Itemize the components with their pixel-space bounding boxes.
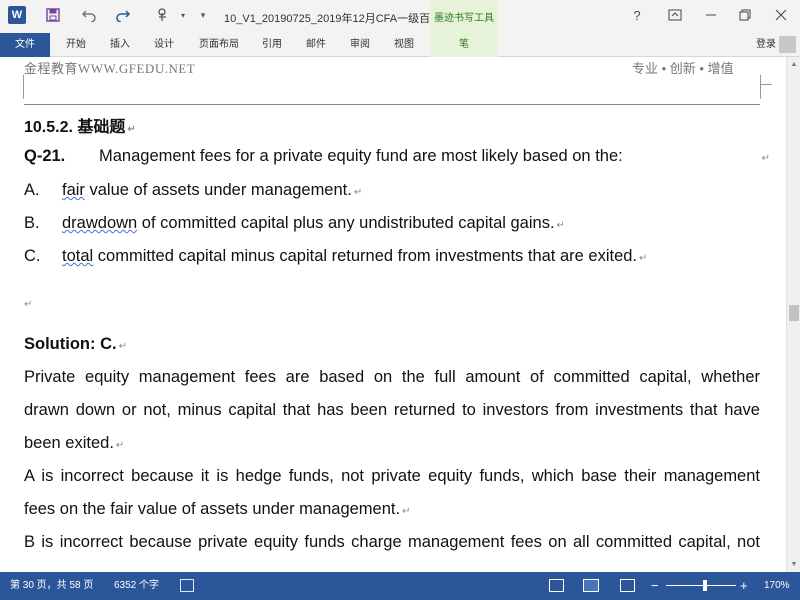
solution-heading: Solution: C. ↵ [24,335,127,354]
solution-line: B is incorrect because private equity fu… [24,533,760,551]
option-a: A. fair value of assets under management.… [24,181,362,200]
title-bar: W ▾ ▾ 10_V1_20190725_2019年12月CFA一级百题... … [0,0,800,33]
page-header-left: 金程教育WWW.GFEDU.NET [24,61,196,76]
margin-corner-right-vertical [760,85,761,99]
solution-line-end: fees on the fair value of assets under m… [24,500,410,519]
paragraph-mark: ↵ [118,341,127,352]
vertical-scrollbar[interactable]: ▲ ▼ [786,57,800,572]
scrollbar-thumb[interactable] [789,305,799,321]
question-text: Management fees for a private equity fun… [99,147,623,165]
paragraph-mark: ↵ [761,153,770,164]
avatar[interactable] [779,36,796,53]
paragraph-mark: ↵ [115,440,125,451]
scroll-up-arrow-icon[interactable]: ▲ [787,57,800,71]
solution-line: A is incorrect because it is hedge funds… [24,467,760,485]
option-text: of committed capital plus any undistribu… [137,214,555,232]
tab-references[interactable]: 引用 [254,33,290,57]
solution-line: fees on the fair value of assets under m… [24,500,401,518]
tab-design[interactable]: 设计 [146,33,182,57]
restore-button[interactable] [728,0,762,30]
tab-pen[interactable]: 笔 [430,33,498,57]
solution-line-end: been exited. ↵ [24,434,124,453]
paragraph-mark: ↵ [639,253,648,264]
word-count[interactable]: 6352 个字 [114,572,159,600]
section-title: 基础题 [77,117,126,136]
scroll-down-arrow-icon[interactable]: ▼ [787,557,800,571]
option-label: C. [24,247,41,265]
status-bar: 第 30 页，共 58 页 6352 个字 − + 170% [0,572,800,600]
paragraph-mark: ↵ [24,299,33,310]
option-text: committed capital minus capital returned… [93,247,638,265]
proofing-book-icon[interactable] [180,579,194,592]
paragraph-mark: ↵ [353,187,363,198]
question-line: Q-21. Management fees for a private equit… [24,147,770,166]
paragraph-mark: ↵ [127,124,136,135]
zoom-slider-thumb[interactable] [702,580,707,591]
touch-mode-icon[interactable] [152,4,174,26]
zoom-level[interactable]: 170% [764,572,790,600]
word-app-icon[interactable]: W [8,6,26,24]
solution-line: Private equity management fees are based… [24,368,760,386]
document-canvas[interactable]: 金程教育WWW.GFEDU.NET 专业 • 创新 • 增值 10.5.2. 基… [0,57,786,572]
read-mode-icon[interactable] [549,579,564,592]
spellcheck-flagged-word[interactable]: fair [62,181,85,199]
print-layout-icon[interactable] [583,579,599,592]
solution-title: Solution: C. [24,335,117,353]
paragraph-mark: ↵ [402,506,411,517]
tab-file[interactable]: 文件 [0,33,50,57]
tab-layout[interactable]: 页面布局 [192,33,246,57]
zoom-in-button[interactable]: + [740,572,748,600]
close-button[interactable] [764,0,798,30]
paragraph-mark: ↵ [556,220,565,231]
tab-insert[interactable]: 插入 [102,33,138,57]
touch-mode-dropdown-icon[interactable]: ▾ [172,4,194,26]
undo-icon[interactable] [78,4,100,26]
customize-toolbar-icon[interactable]: ▾ [192,4,214,26]
ribbon-display-options-button[interactable] [658,0,692,30]
sign-in-link[interactable]: 登录 [756,33,776,57]
margin-corner-right [760,75,772,85]
option-c: C. total committed capital minus capital … [24,247,647,266]
question-number: Q-21. [24,147,66,165]
solution-line: been exited. [24,434,114,452]
option-label: A. [24,181,40,199]
section-heading: 10.5.2. 基础题 ↵ [24,113,136,137]
tab-home[interactable]: 开始 [58,33,94,57]
margin-corner-left [10,75,24,99]
option-label: B. [24,214,40,232]
tab-review[interactable]: 审阅 [342,33,378,57]
document-title: 10_V1_20190725_2019年12月CFA一级百题... [224,13,451,25]
web-layout-icon[interactable] [620,579,635,592]
solution-line: drawn down or not, minus capital that ha… [24,401,760,419]
tab-view[interactable]: 视图 [386,33,422,57]
ink-tools-group-label: 墨迹书写工具 [430,0,498,33]
save-icon[interactable] [42,4,64,26]
help-button[interactable]: ? [620,0,654,30]
empty-paragraph: ↵ [24,293,32,312]
spellcheck-flagged-word[interactable]: drawdown [62,214,137,232]
tab-mailings[interactable]: 邮件 [298,33,334,57]
page-header-right: 专业 • 创新 • 增值 [632,61,734,76]
spellcheck-flagged-word[interactable]: total [62,247,93,265]
option-text: value of assets under management. [84,181,352,199]
minimize-button[interactable] [694,0,728,30]
zoom-slider[interactable] [666,585,736,586]
section-number: 10.5.2. [24,119,73,136]
header-rule [24,104,760,105]
option-b: B. drawdown of committed capital plus any… [24,214,565,233]
redo-icon[interactable] [112,4,134,26]
page-count[interactable]: 第 30 页，共 58 页 [10,572,93,600]
zoom-out-button[interactable]: − [651,572,659,600]
ribbon-tabs: 文件 开始 插入 设计 页面布局 引用 邮件 审阅 视图 笔 登录 [0,33,800,57]
